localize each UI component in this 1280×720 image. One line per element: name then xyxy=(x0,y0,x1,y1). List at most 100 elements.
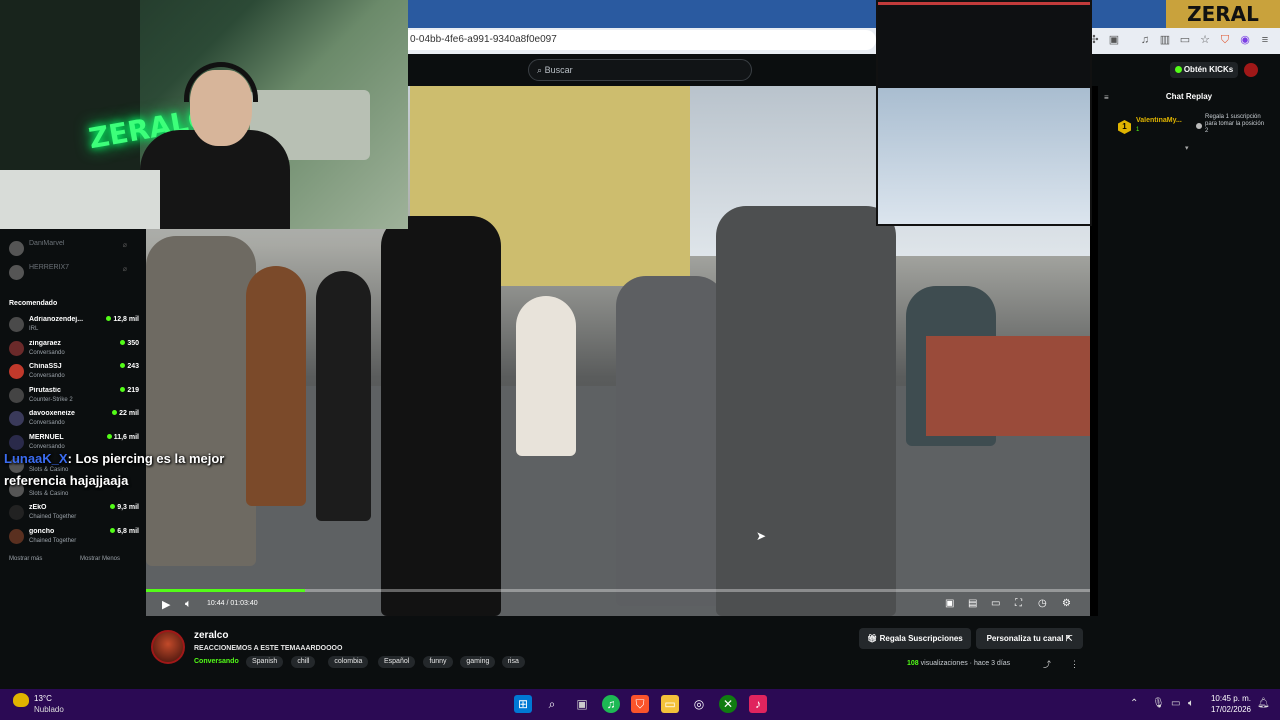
show-more-link[interactable]: Mostrar más xyxy=(9,556,42,562)
channel-category: Chained Together xyxy=(29,514,77,520)
channel-name: DaniMarvel xyxy=(29,240,65,247)
sidebar-recommended-item[interactable]: Adrianozendej... IRL 12,8 mil xyxy=(9,314,139,336)
sidebar-toggle-icon[interactable]: ▥ xyxy=(1158,33,1172,47)
views-count: 108 xyxy=(907,660,919,667)
clock-time[interactable]: 10:45 p. m. xyxy=(1203,694,1251,703)
gift-cta-text[interactable]: Regala 1 suscripción para tomar la posic… xyxy=(1205,114,1265,135)
brave-browser-icon[interactable]: ⛉ xyxy=(631,695,649,713)
chat-title: Chat Replay xyxy=(1165,92,1213,101)
search-placeholder: Buscar xyxy=(544,65,573,75)
upload-age: hace 3 días xyxy=(973,660,1011,667)
sidebar-recommended-item[interactable]: zEkO Chained Together 9,3 mil xyxy=(9,502,139,524)
file-explorer-icon[interactable]: ▭ xyxy=(661,695,679,713)
viewer-count: 11,6 mil xyxy=(107,434,139,441)
speed-icon[interactable]: ◷ xyxy=(1038,598,1047,609)
sidebar-recommended-item[interactable]: goncho Chained Together 6,8 mil xyxy=(9,526,139,548)
stream-tag[interactable]: Spanish xyxy=(246,656,284,668)
avatar xyxy=(9,265,24,280)
screenshot-icon[interactable]: ▣ xyxy=(1107,33,1121,47)
network-icon[interactable]: ▭ xyxy=(1171,698,1180,709)
viewer-count: 219 xyxy=(120,387,139,394)
get-kicks-label: Obtén KICKs xyxy=(1183,65,1234,74)
channel-name: MERNUEL xyxy=(29,433,64,441)
stream-tag[interactable]: funny xyxy=(423,656,453,668)
clip-icon[interactable]: ▤ xyxy=(968,598,977,609)
progress-fill xyxy=(146,589,305,592)
start-icon[interactable]: ⊞ xyxy=(514,695,532,713)
wallet-icon[interactable]: ▭ xyxy=(1178,33,1192,47)
sidebar-recommended-item[interactable]: davooxeneize Conversando 22 mil xyxy=(9,408,139,430)
share-icon[interactable]: ⤴ xyxy=(1043,659,1051,670)
play-icon[interactable]: ▶ xyxy=(162,598,170,611)
brave-icon[interactable]: ⛉ xyxy=(1218,33,1232,47)
tiktok-icon[interactable]: ♪ xyxy=(749,695,767,713)
playback-time: 10:44 / 01:03:40 xyxy=(207,600,258,607)
sidebar-following-item[interactable]: HERRERIX7 ⌀ xyxy=(9,262,139,284)
tray-overflow-icon[interactable]: ⌃ xyxy=(1130,698,1138,709)
address-bar[interactable]: 0-04bb-4fe6-a991-9340a8f0e097 xyxy=(408,30,876,50)
weather-temp[interactable]: 13°C xyxy=(34,694,52,703)
webcam-overlay: ZERALCO xyxy=(0,0,408,229)
weather-icon[interactable] xyxy=(13,693,29,707)
views-label: visualizaciones xyxy=(920,660,968,667)
mouse-cursor: ➤ xyxy=(756,529,767,543)
sidebar-recommended-item[interactable]: zingaraez Conversando 350 xyxy=(9,338,139,360)
stream-tag[interactable]: chill xyxy=(291,656,316,668)
chat-highlight-message: LunaaK_X: Los piercing es la mejor refer… xyxy=(4,448,254,492)
search-input[interactable]: ⌕ Buscar xyxy=(528,59,752,81)
clock-date[interactable]: 17/02/2026 xyxy=(1203,705,1251,714)
stream-tag[interactable]: Español xyxy=(378,656,416,668)
viewer-count: 6,8 mil xyxy=(110,528,139,535)
speaker-icon[interactable]: 🔈︎ xyxy=(1188,698,1194,709)
channel-avatar[interactable] xyxy=(151,630,185,664)
task-view-icon[interactable]: ▣ xyxy=(573,695,591,713)
channel-name[interactable]: zeralco xyxy=(194,630,228,641)
weather-desc[interactable]: Nublado xyxy=(34,705,64,714)
spotify-icon[interactable]: ♫ xyxy=(602,695,620,713)
search-icon[interactable]: ⌕ xyxy=(543,695,561,713)
volume-icon[interactable]: 🔈︎ xyxy=(185,598,192,611)
avatar xyxy=(9,505,24,520)
settings-gear-icon[interactable]: ⚙ xyxy=(1062,598,1071,609)
stream-tag[interactable]: colombia xyxy=(328,656,369,668)
channel-name: HERRERIX7 xyxy=(29,264,70,271)
channel-name: Pirutastic xyxy=(29,386,61,394)
kicks-coin-icon xyxy=(1174,66,1182,73)
media-icon[interactable]: ♫ xyxy=(1138,33,1152,47)
xbox-icon[interactable]: ✕ xyxy=(719,695,737,713)
notification-bell-icon[interactable]: 🔔︎ xyxy=(1257,698,1270,709)
pinned-expand-icon[interactable]: ▾ xyxy=(1185,144,1189,152)
sidebar-recommended-item[interactable]: Pirutastic Counter-Strike 2 219 xyxy=(9,385,139,407)
overlay-window-bar xyxy=(878,2,1090,5)
channel-category: IRL xyxy=(29,326,39,332)
video-person-dark xyxy=(316,271,371,521)
get-kicks-button[interactable]: Obtén KICKs xyxy=(1170,62,1238,78)
headset xyxy=(184,62,258,102)
theater-mode-icon[interactable]: ▭ xyxy=(991,598,1000,609)
user-avatar[interactable] xyxy=(1244,63,1258,77)
video-brick-wall xyxy=(926,336,1090,436)
channel-name: Adrianozendej... xyxy=(29,316,84,323)
fullscreen-icon[interactable]: ⛶ xyxy=(1015,598,1022,609)
more-options-icon[interactable]: ⋮ xyxy=(1070,659,1079,670)
gift-leader-name[interactable]: ValentinaMy... xyxy=(1136,117,1192,124)
gift-leader-count: 1 xyxy=(1136,127,1140,133)
stream-category[interactable]: Conversando xyxy=(194,658,239,665)
avatar xyxy=(9,241,24,256)
sidebar-recommended-item[interactable]: ChinaSSJ Conversando 243 xyxy=(9,361,139,383)
customize-channel-button[interactable]: Personaliza tu canal ⇱ xyxy=(976,628,1083,649)
pip-icon[interactable]: ▣ xyxy=(945,598,954,609)
microphone-icon[interactable]: 🎙︎ xyxy=(1152,698,1165,709)
channel-category: Conversando xyxy=(29,349,65,356)
show-less-link[interactable]: Mostrar Menos xyxy=(80,556,120,562)
favorites-icon[interactable]: ☆ xyxy=(1198,33,1212,47)
obs-icon[interactable]: ◎ xyxy=(690,695,708,713)
stream-tag[interactable]: gaming xyxy=(460,656,496,668)
channel-category: Counter-Strike 2 xyxy=(29,396,73,403)
gift-subs-button[interactable]: 🎁︎ Regala Suscripciones xyxy=(859,628,971,649)
menu-icon[interactable]: ≡ xyxy=(1258,33,1272,47)
profile-icon[interactable]: ◉ xyxy=(1238,33,1252,47)
sidebar-following-item[interactable]: DaniMarvel ⌀ xyxy=(9,238,139,260)
stream-tag[interactable]: risa xyxy=(501,656,525,668)
search-icon: ⌕ xyxy=(537,65,543,75)
